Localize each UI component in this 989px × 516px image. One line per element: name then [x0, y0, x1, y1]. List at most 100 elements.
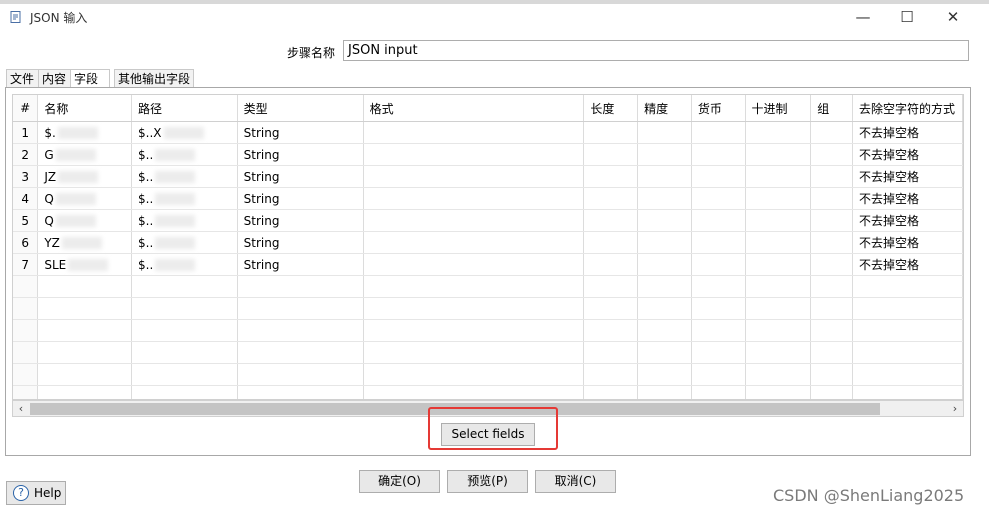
empty-cell[interactable]: [691, 319, 746, 342]
empty-cell[interactable]: [37, 385, 133, 399]
empty-cell[interactable]: [637, 297, 692, 320]
cell-precision[interactable]: [637, 231, 692, 254]
cell-path[interactable]: $..: [131, 209, 238, 232]
empty-cell[interactable]: [637, 319, 692, 342]
cell-name[interactable]: SLE: [37, 253, 133, 276]
scroll-left-icon[interactable]: ‹: [13, 401, 29, 416]
table-row[interactable]: 5 Q $.. String 不去掉空格: [13, 209, 963, 232]
row-index[interactable]: [13, 297, 39, 320]
maximize-button[interactable]: ☐: [887, 6, 927, 28]
cell-group[interactable]: [810, 143, 853, 166]
row-index[interactable]: 2: [13, 143, 39, 166]
col-header-decimal[interactable]: 十进制: [745, 95, 812, 122]
empty-cell[interactable]: [852, 275, 963, 298]
cell-decimal[interactable]: [745, 143, 812, 166]
empty-cell[interactable]: [745, 275, 812, 298]
empty-cell[interactable]: [237, 363, 364, 386]
empty-cell[interactable]: [583, 385, 639, 399]
cell-group[interactable]: [810, 209, 853, 232]
table-row-empty[interactable]: [13, 341, 963, 364]
cell-precision[interactable]: [637, 121, 692, 144]
cell-currency[interactable]: [691, 165, 746, 188]
empty-cell[interactable]: [583, 297, 639, 320]
empty-cell[interactable]: [131, 341, 238, 364]
cell-length[interactable]: [583, 165, 639, 188]
cell-currency[interactable]: [691, 231, 746, 254]
empty-cell[interactable]: [745, 363, 812, 386]
empty-cell[interactable]: [810, 341, 853, 364]
col-header-type[interactable]: 类型: [237, 95, 364, 122]
table-row[interactable]: 3 JZ $.. String 不去掉空格: [13, 165, 963, 188]
row-index[interactable]: 5: [13, 209, 39, 232]
cell-format[interactable]: [363, 187, 585, 210]
tab-fields[interactable]: 字段: [70, 69, 110, 88]
table-row[interactable]: 4 Q $.. String 不去掉空格: [13, 187, 963, 210]
cell-group[interactable]: [810, 165, 853, 188]
col-header-format[interactable]: 格式: [363, 95, 585, 122]
col-header-index[interactable]: #: [13, 95, 39, 122]
table-row-empty[interactable]: [13, 275, 963, 298]
table-row[interactable]: 2 G $.. String 不去掉空格: [13, 143, 963, 166]
cell-path[interactable]: $..: [131, 187, 238, 210]
cell-name[interactable]: G: [37, 143, 133, 166]
col-header-name[interactable]: 名称: [37, 95, 133, 122]
cell-currency[interactable]: [691, 121, 746, 144]
col-header-currency[interactable]: 货币: [691, 95, 746, 122]
cell-type[interactable]: String: [237, 253, 364, 276]
cell-name[interactable]: JZ: [37, 165, 133, 188]
preview-button[interactable]: 预览(P): [447, 470, 528, 493]
empty-cell[interactable]: [691, 297, 746, 320]
empty-cell[interactable]: [745, 341, 812, 364]
cell-type[interactable]: String: [237, 165, 364, 188]
empty-cell[interactable]: [852, 363, 963, 386]
cell-currency[interactable]: [691, 209, 746, 232]
empty-cell[interactable]: [237, 341, 364, 364]
tab-file[interactable]: 文件: [6, 69, 39, 87]
table-row-empty[interactable]: [13, 363, 963, 386]
row-index[interactable]: [13, 319, 39, 342]
empty-cell[interactable]: [131, 319, 238, 342]
empty-cell[interactable]: [363, 275, 585, 298]
cell-decimal[interactable]: [745, 209, 812, 232]
col-header-path[interactable]: 路径: [131, 95, 238, 122]
row-index[interactable]: [13, 385, 39, 399]
cell-name[interactable]: Q: [37, 187, 133, 210]
cell-path[interactable]: $..: [131, 253, 238, 276]
row-index[interactable]: 1: [13, 121, 39, 144]
cell-type[interactable]: String: [237, 121, 364, 144]
col-header-group[interactable]: 组: [810, 95, 853, 122]
cell-type[interactable]: String: [237, 187, 364, 210]
empty-cell[interactable]: [37, 275, 133, 298]
table-row-empty[interactable]: [13, 319, 963, 342]
col-header-length[interactable]: 长度: [583, 95, 639, 122]
cell-decimal[interactable]: [745, 253, 812, 276]
empty-cell[interactable]: [691, 275, 746, 298]
cell-name[interactable]: YZ: [37, 231, 133, 254]
table-row[interactable]: 1 $. $..X String 不去掉空格: [13, 121, 963, 144]
cell-path[interactable]: $..: [131, 231, 238, 254]
cell-format[interactable]: [363, 209, 585, 232]
table-row-empty[interactable]: [13, 385, 963, 399]
col-header-precision[interactable]: 精度: [637, 95, 692, 122]
empty-cell[interactable]: [810, 319, 853, 342]
empty-cell[interactable]: [131, 275, 238, 298]
cell-length[interactable]: [583, 209, 639, 232]
cell-type[interactable]: String: [237, 231, 364, 254]
empty-cell[interactable]: [637, 341, 692, 364]
empty-cell[interactable]: [237, 319, 364, 342]
empty-cell[interactable]: [37, 319, 133, 342]
close-button[interactable]: ✕: [933, 6, 973, 28]
empty-cell[interactable]: [237, 275, 364, 298]
cell-group[interactable]: [810, 187, 853, 210]
row-index[interactable]: 7: [13, 253, 39, 276]
cell-name[interactable]: Q: [37, 209, 133, 232]
empty-cell[interactable]: [691, 385, 746, 399]
empty-cell[interactable]: [810, 275, 853, 298]
empty-cell[interactable]: [583, 319, 639, 342]
cell-precision[interactable]: [637, 165, 692, 188]
cell-group[interactable]: [810, 231, 853, 254]
empty-cell[interactable]: [810, 363, 853, 386]
col-header-trim-type[interactable]: 去除空字符的方式: [852, 95, 963, 122]
cell-group[interactable]: [810, 121, 853, 144]
cell-trim-type[interactable]: 不去掉空格: [852, 143, 963, 166]
